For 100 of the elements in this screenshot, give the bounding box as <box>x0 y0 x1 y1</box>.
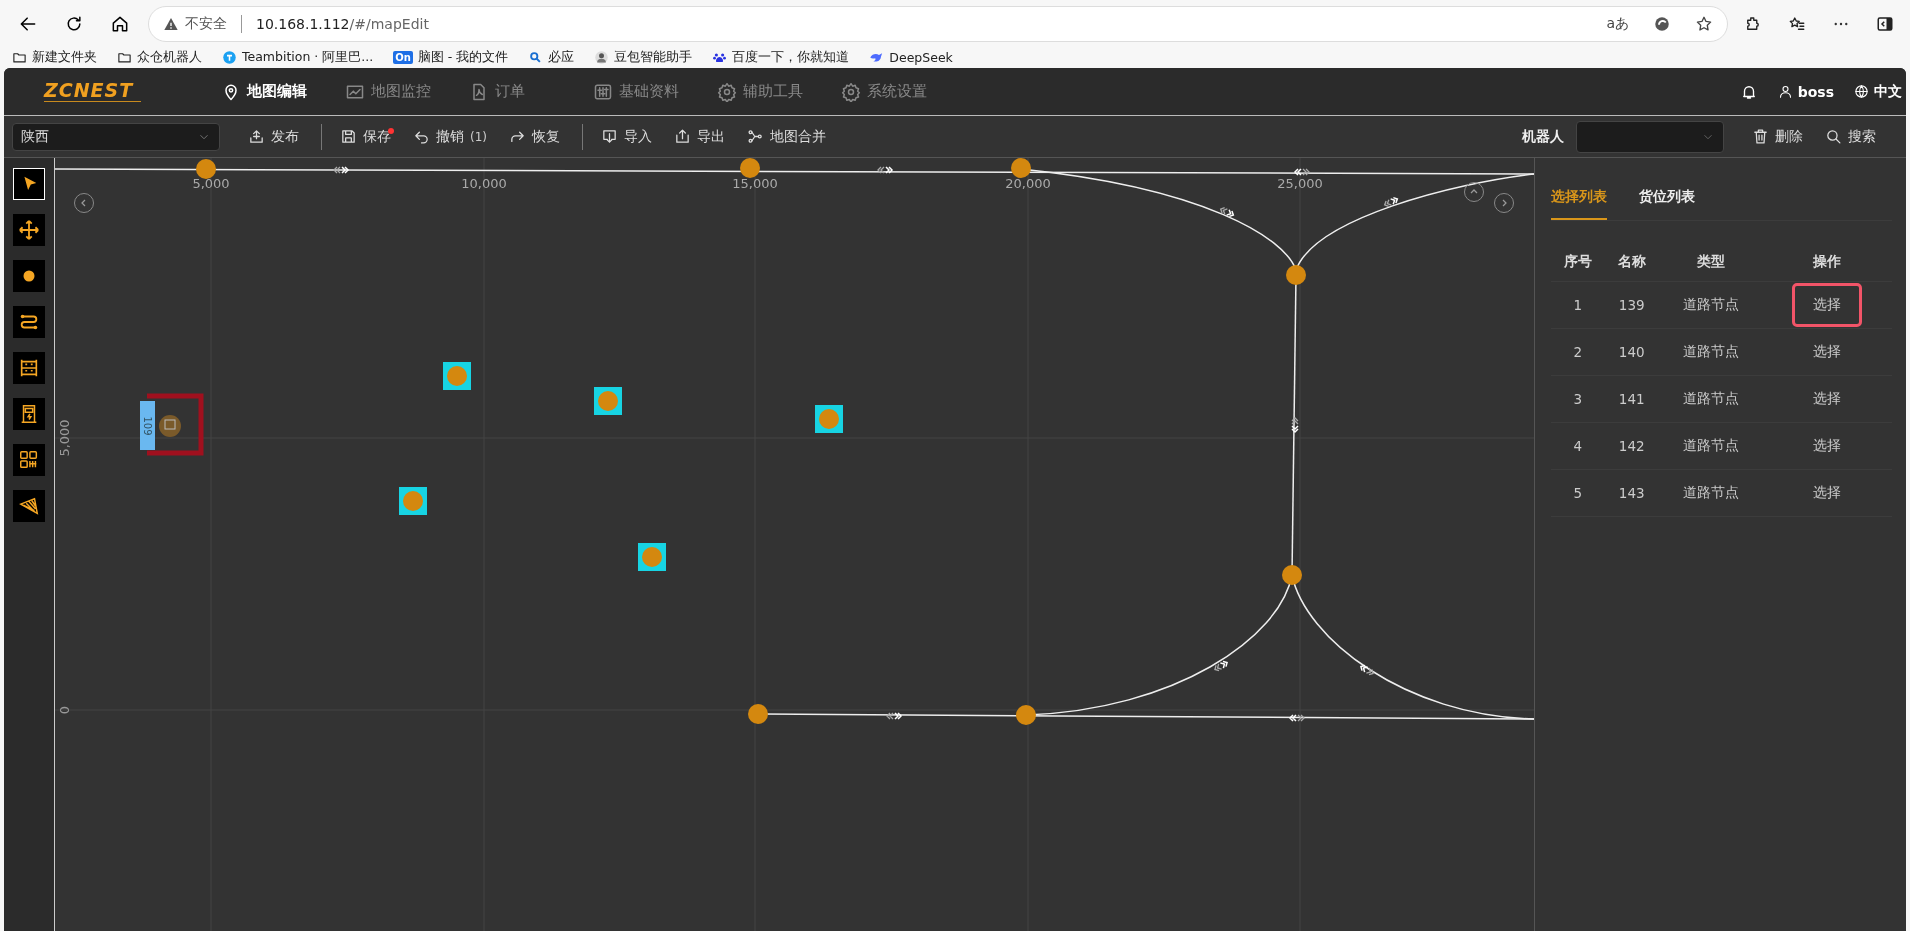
translate-button[interactable]: aあ <box>1606 14 1629 33</box>
tool-button[interactable] <box>13 398 45 430</box>
toolbar-button[interactable]: 导出 <box>674 127 725 146</box>
favorites-icon[interactable] <box>1788 14 1806 33</box>
axis-label: 15,000 <box>732 176 778 191</box>
nav-tab[interactable]: 订单 <box>469 81 594 102</box>
direction-arrow-icon <box>1291 417 1299 434</box>
column-header: 类型 <box>1658 243 1763 281</box>
select-link[interactable]: 选择 <box>1792 376 1863 421</box>
folder-icon <box>117 50 132 65</box>
settings-icon <box>841 81 862 102</box>
road-node <box>196 159 216 179</box>
table-cell: 5 <box>1551 469 1605 516</box>
language-menu[interactable]: 中文 <box>1854 82 1902 101</box>
table-cell: 4 <box>1551 422 1605 469</box>
bookmark[interactable]: Teambition · 阿里巴... <box>222 49 374 66</box>
logo: ZCNEST <box>44 81 142 102</box>
table-cell: 2 <box>1551 328 1605 375</box>
axis-label: 5,000 <box>192 176 230 191</box>
direction-arrow-icon <box>877 166 894 174</box>
shelf-icon <box>18 357 40 379</box>
avatar-icon <box>594 50 610 65</box>
toolbar-button[interactable]: 撤销 (1) <box>413 127 487 146</box>
axis-label: 20,000 <box>1005 176 1051 191</box>
import-icon <box>601 128 618 145</box>
bookmark[interactable]: 新建文件夹 <box>12 49 97 66</box>
station-marker <box>594 387 622 415</box>
move-icon <box>18 219 40 241</box>
table-cell: 143 <box>1604 469 1659 516</box>
axis-label: 25,000 <box>1277 176 1323 191</box>
user-menu[interactable]: boss <box>1777 83 1834 100</box>
qr-code-icon <box>18 449 40 471</box>
nav-tab[interactable]: 系统设置 <box>841 81 966 102</box>
select-value: 陕西 <box>21 127 49 146</box>
toolbar-button[interactable]: 导入 <box>601 127 652 146</box>
select-link[interactable]: 选择 <box>1792 423 1863 468</box>
direction-arrow-icon <box>886 712 903 720</box>
storage-tag <box>140 401 155 450</box>
panel-tab[interactable]: 选择列表 <box>1551 188 1607 220</box>
station-marker <box>399 487 427 515</box>
tool-button[interactable] <box>13 444 45 476</box>
paw-icon <box>712 50 728 65</box>
column-header: 名称 <box>1604 243 1659 281</box>
toolbar-button[interactable]: 保存 <box>340 127 391 146</box>
bookmark[interactable]: 众仓机器人 <box>117 49 202 66</box>
globe-icon <box>1854 84 1869 99</box>
direction-arrow-icon <box>1383 196 1399 208</box>
toolbar-button[interactable]: 发布 <box>248 127 299 146</box>
toolbar-button[interactable]: 恢复 <box>509 127 560 146</box>
axis-label: 5,000 <box>57 419 72 457</box>
publish-icon <box>248 128 265 145</box>
direction-arrow-icon <box>1219 206 1235 218</box>
tool-button[interactable] <box>13 352 45 384</box>
folder-icon <box>12 50 27 65</box>
table-cell: 1 <box>1551 281 1605 328</box>
road-node <box>1282 565 1302 585</box>
select-link[interactable]: 选择 <box>1792 470 1863 515</box>
bookmark[interactable]: 必应 <box>528 49 575 66</box>
browser-extension-icon[interactable] <box>1653 14 1671 33</box>
bookmark[interactable]: DeepSeek <box>869 50 953 65</box>
tool-button[interactable] <box>13 260 45 292</box>
direction-arrow-icon <box>333 166 350 174</box>
bookmark[interactable]: On 脑图 - 我的文件 <box>393 49 509 66</box>
nav-tab[interactable]: 辅助工具 <box>717 81 842 102</box>
direction-arrow-icon <box>1293 168 1310 176</box>
panel-tab[interactable]: 货位列表 <box>1639 188 1695 220</box>
storage-label: 109 <box>142 416 153 436</box>
search-icon <box>1825 128 1842 145</box>
table-cell: 140 <box>1604 328 1659 375</box>
toolbar-button[interactable]: 地图合并 <box>747 127 826 146</box>
address-bar[interactable]: 不安全 10.168.1.112/#/mapEdit aあ <box>148 5 1728 42</box>
trash-icon <box>1752 128 1769 145</box>
star-icon[interactable] <box>1695 14 1713 33</box>
nav-tab[interactable]: 地图监控 <box>345 81 470 102</box>
toolbar-button[interactable]: 删除 <box>1752 127 1803 146</box>
puzzle-icon[interactable] <box>1744 14 1762 33</box>
bookmark[interactable]: 百度一下，你就知道 <box>712 49 850 66</box>
url-path: /#/mapEdit <box>349 15 429 32</box>
axis-label: 10,000 <box>461 176 507 191</box>
select-link[interactable]: 选择 <box>1792 282 1863 327</box>
settings-icon <box>717 81 738 102</box>
user-icon <box>1777 84 1793 99</box>
map-canvas[interactable]: 109 5,000 10,000 15,000 20,000 25,000 5,000 0 <box>55 158 1535 931</box>
nav-tab[interactable]: 地图编辑 <box>221 81 346 102</box>
road-node <box>740 158 760 178</box>
table-cell: 道路节点 <box>1658 328 1763 375</box>
select-link[interactable]: 选择 <box>1792 329 1863 374</box>
map-select[interactable]: 陕西 <box>12 122 220 151</box>
tool-button[interactable] <box>13 214 45 246</box>
table-cell: 道路节点 <box>1658 469 1763 516</box>
tool-button[interactable] <box>13 306 45 338</box>
area-icon <box>18 495 40 517</box>
sidebar-icon[interactable] <box>1876 14 1894 33</box>
direction-arrow-icon <box>1214 660 1228 672</box>
nav-tab[interactable]: 基础资料 <box>593 81 718 102</box>
bookmark[interactable]: 豆包智能助手 <box>594 49 693 66</box>
direction-arrow-icon <box>1360 664 1374 676</box>
tool-button[interactable] <box>13 490 45 522</box>
table-cell: 3 <box>1551 375 1605 422</box>
toolbar-button[interactable]: 搜索 <box>1825 127 1876 146</box>
